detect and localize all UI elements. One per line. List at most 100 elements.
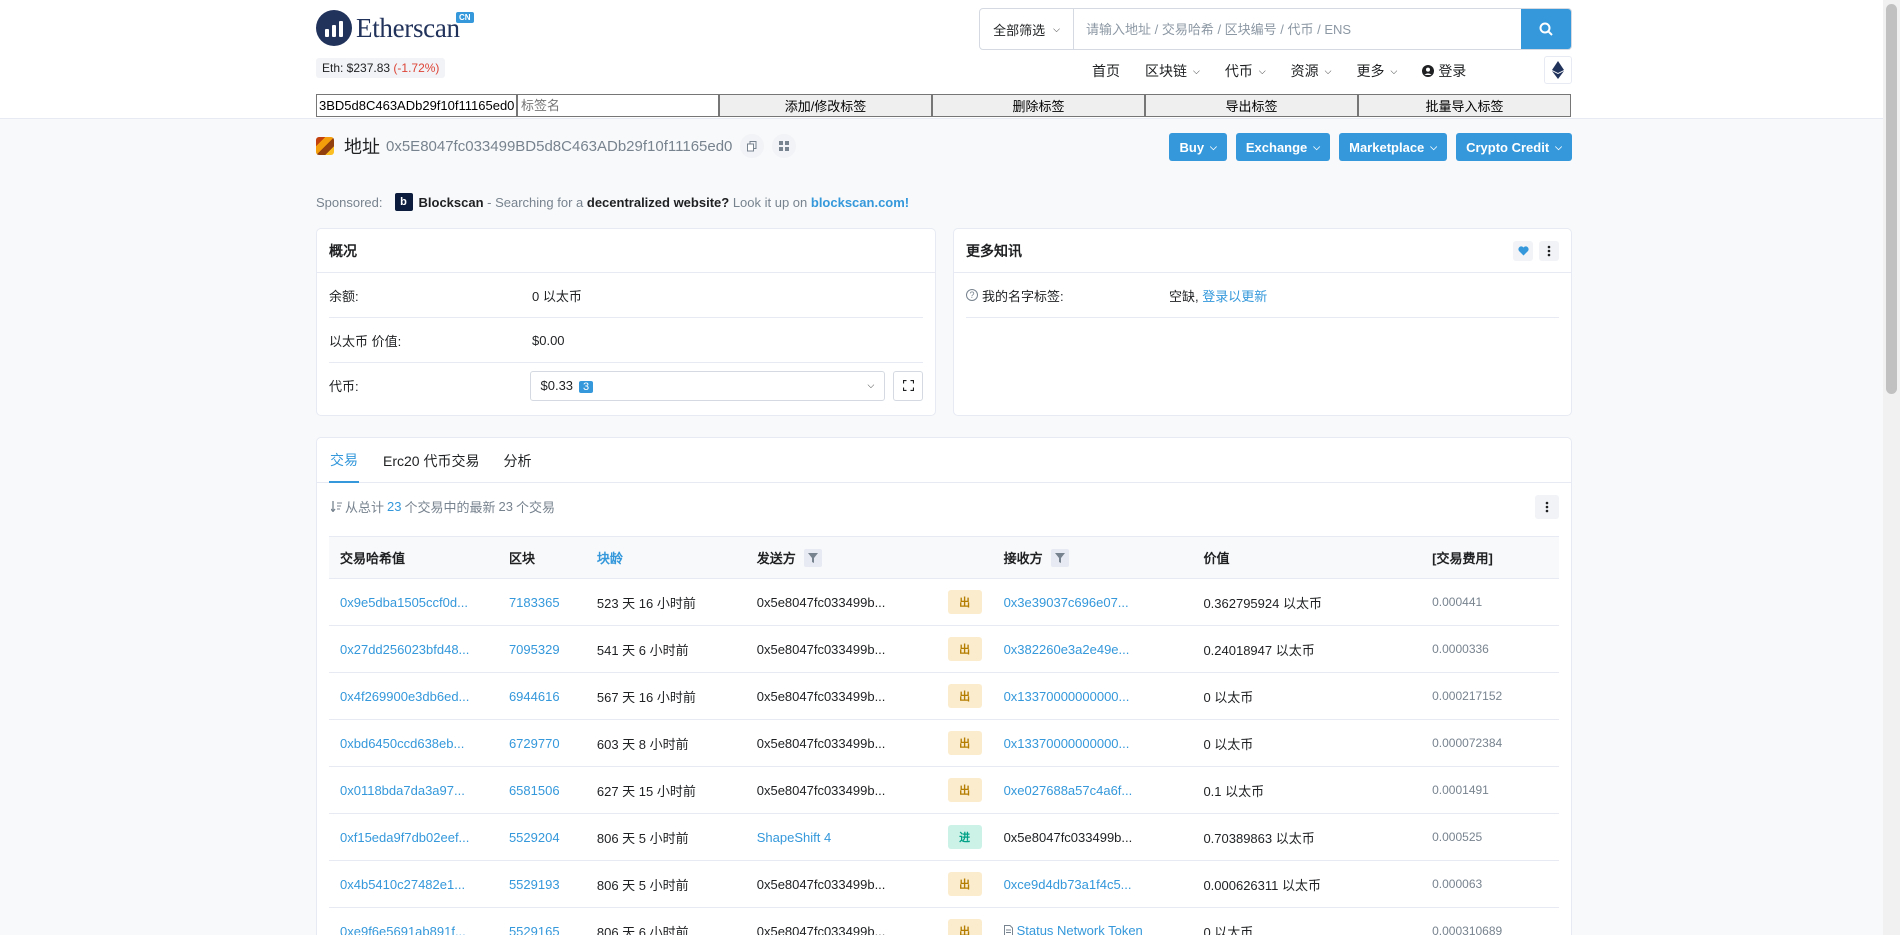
tx-hash-link[interactable]: 0x0118bda7da3a97...	[340, 783, 465, 798]
age-cell: 627 天 15 小时前	[585, 766, 746, 814]
overview-title: 概况	[317, 229, 935, 273]
block-link[interactable]: 5529204	[509, 830, 560, 845]
balance-row: 余额: 0 以太币	[329, 273, 923, 318]
chevron-down-icon: ⌵	[1053, 23, 1060, 34]
page-title-address: 0x5E8047fc033499BD5d8C463ADb29f10f11165e…	[386, 137, 733, 155]
block-cell: 5529193	[497, 860, 586, 908]
filter-icon[interactable]	[803, 548, 822, 567]
to-link[interactable]: 0x3e39037c696e07...	[1004, 595, 1129, 610]
tag-address-input[interactable]	[316, 94, 517, 117]
marketplace-button-label: Marketplace	[1349, 139, 1425, 155]
from-link[interactable]: ShapeShift 4	[757, 830, 831, 845]
tx-hash-link[interactable]: 0x4f269900e3db6ed...	[340, 689, 469, 704]
direction-badge: 进	[947, 825, 982, 849]
page-scrollbar[interactable]	[1883, 0, 1900, 935]
to-link[interactable]: 0xce9d4db73a1f4c5...	[1004, 877, 1132, 892]
search-button[interactable]	[1521, 9, 1571, 49]
token-expand-button[interactable]	[893, 370, 923, 401]
tx-hash-link[interactable]: 0x9e5dba1505ccf0d...	[340, 595, 468, 610]
favorite-button[interactable]	[1513, 240, 1533, 261]
add-edit-tag-button[interactable]: 添加/修改标签	[719, 94, 932, 117]
chevron-down-icon: ⌵	[1390, 65, 1398, 76]
block-link[interactable]: 5529193	[509, 877, 560, 892]
network-switch[interactable]	[1544, 56, 1572, 84]
nav-more[interactable]: 更多 ⌵	[1356, 61, 1397, 81]
to-contract[interactable]: Status Network Token	[1003, 923, 1143, 935]
more-info-actions	[1513, 240, 1559, 261]
to-cell: 0x382260e3a2e49e...	[992, 625, 1193, 673]
scrollbar-thumb[interactable]	[1886, 4, 1897, 394]
filter-icon[interactable]	[1050, 548, 1069, 567]
to-link[interactable]: 0x382260e3a2e49e...	[1004, 642, 1130, 657]
block-link[interactable]: 6581506	[509, 783, 560, 798]
from-cell: 0x5e8047fc033499b...	[745, 578, 937, 626]
action-buttons: Buy ⌵ Exchange ⌵ Marketplace ⌵ Crypto Credi…	[1169, 133, 1572, 161]
block-link[interactable]: 7095329	[509, 642, 560, 657]
nav-blockchain[interactable]: 区块链 ⌵	[1145, 61, 1200, 81]
block-link[interactable]: 6729770	[509, 736, 560, 751]
fee-cell: 0.000525	[1421, 813, 1559, 861]
direction-cell: 出	[936, 719, 993, 767]
user-icon	[1422, 65, 1435, 77]
marketplace-button[interactable]: Marketplace ⌵	[1339, 133, 1448, 161]
main-nav: 首页 区块链 ⌵ 代币 ⌵ 资源 ⌵ 更多 ⌵ 登录	[1092, 60, 1491, 82]
token-label: 代币:	[329, 379, 359, 394]
to-link[interactable]: 0x13370000000000...	[1004, 689, 1130, 704]
direction-badge: 出	[947, 872, 982, 896]
ether-value-label: 以太币 价值:	[329, 333, 402, 349]
from-address: 0x5e8047fc033499b...	[756, 876, 886, 892]
token-dropdown[interactable]: $0.33 3 ⌵	[529, 370, 886, 401]
block-link[interactable]: 5529165	[509, 924, 560, 935]
block-link[interactable]: 6944616	[509, 689, 560, 704]
tx-hash-link[interactable]: 0xf15eda9f7db02eef...	[340, 830, 469, 845]
nav-resources[interactable]: 资源 ⌵	[1291, 61, 1332, 81]
nav-home[interactable]: 首页	[1092, 61, 1120, 81]
direction-cell: 进	[936, 813, 993, 861]
tx-hash-link[interactable]: 0xbd6450ccd638eb...	[340, 736, 464, 751]
col-age[interactable]: 块龄	[585, 536, 746, 579]
etherscan-logo[interactable]: Etherscan CN	[316, 10, 474, 46]
search-input[interactable]	[1074, 9, 1521, 49]
tx-summary-total[interactable]: 23	[387, 499, 401, 514]
search-bar: 全部筛选 ⌵	[979, 8, 1572, 50]
tab-transactions[interactable]: 交易	[329, 438, 359, 483]
col-age-link[interactable]: 块龄	[597, 551, 623, 566]
direction-badge: 出	[947, 919, 982, 935]
more-options-button[interactable]	[1539, 240, 1559, 261]
to-contract-name: Status Network Token	[1016, 923, 1143, 935]
tx-options-button[interactable]	[1535, 495, 1559, 519]
page-title: 地址 0x5E8047fc033499BD5d8C463ADb29f10f111…	[316, 133, 797, 159]
tab-erc20[interactable]: Erc20 代币交易	[383, 438, 479, 483]
tx-hash-link[interactable]: 0xe9f6e5691ab891f...	[340, 924, 466, 935]
export-tag-button[interactable]: 导出标签	[1145, 94, 1358, 117]
table-row: 0x4b5410c27482e1... 5529193 806 天 5 小时前 0x5…	[329, 860, 1559, 908]
direction-badge: 出	[947, 684, 982, 708]
crypto-credit-button[interactable]: Crypto Credit ⌵	[1456, 133, 1572, 161]
tx-hash-link[interactable]: 0x27dd256023bfd48...	[340, 642, 469, 657]
table-row: 0x9e5dba1505ccf0d... 7183365 523 天 16 小时前 0…	[329, 578, 1559, 626]
nav-login[interactable]: 登录	[1422, 61, 1466, 81]
tab-analytics[interactable]: 分析	[503, 438, 531, 483]
col-to: 接收方	[992, 536, 1193, 579]
sponsor-link[interactable]: blockscan.com!	[811, 195, 909, 210]
import-tag-button[interactable]: 批量导入标签	[1358, 94, 1571, 117]
ether-value-row: 以太币 价值: $0.00	[329, 318, 923, 363]
buy-button[interactable]: Buy ⌵	[1169, 133, 1227, 161]
to-cell: Status Network Token	[992, 907, 1193, 935]
delete-tag-button[interactable]: 删除标签	[932, 94, 1145, 117]
qr-code-button[interactable]	[772, 134, 797, 158]
copy-address-button[interactable]	[740, 134, 765, 158]
direction-cell: 出	[936, 860, 993, 908]
tx-hash-cell: 0x27dd256023bfd48...	[329, 625, 498, 673]
ether-value-value: $0.00	[532, 332, 565, 348]
to-link[interactable]: 0xe027688a57c4a6f...	[1004, 783, 1133, 798]
login-to-update-link[interactable]: 登录以更新	[1202, 289, 1267, 304]
tag-name-input[interactable]	[517, 94, 719, 117]
search-filter-dropdown[interactable]: 全部筛选 ⌵	[980, 9, 1074, 49]
nav-tokens[interactable]: 代币 ⌵	[1225, 61, 1266, 81]
exchange-button[interactable]: Exchange ⌵	[1235, 133, 1331, 161]
to-link[interactable]: 0x13370000000000...	[1004, 736, 1130, 751]
block-link[interactable]: 7183365	[509, 595, 560, 610]
tx-hash-link[interactable]: 0x4b5410c27482e1...	[340, 877, 465, 892]
chevron-down-icon: ⌵	[1555, 141, 1562, 152]
